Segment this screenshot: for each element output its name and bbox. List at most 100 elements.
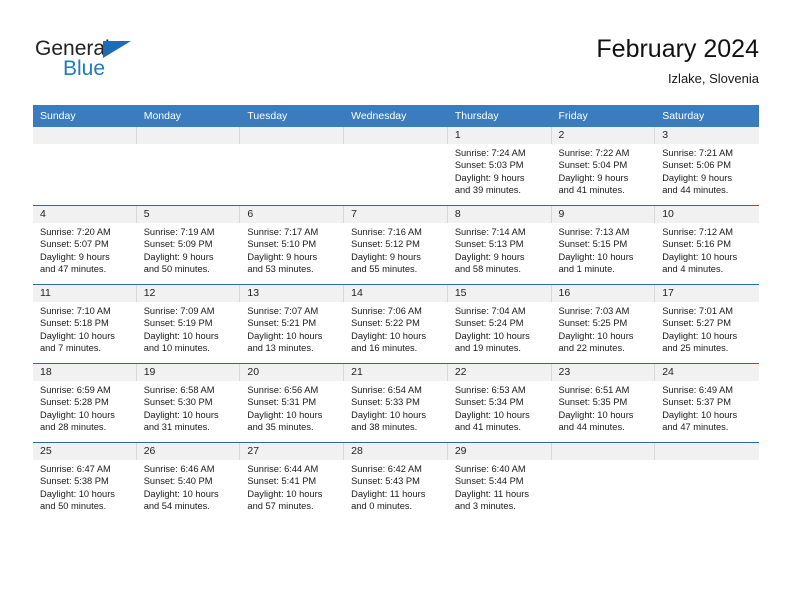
day-cell[interactable]: 7 Sunrise: 7:16 AM Sunset: 5:12 PM Daylight… <box>344 205 448 285</box>
day-cell[interactable]: 16 Sunrise: 7:03 AM Sunset: 5:25 PM Dayligh… <box>551 284 656 364</box>
day-cell[interactable]: 10 Sunrise: 7:12 AM Sunset: 5:16 PM Dayligh… <box>655 205 759 285</box>
daylight-line-2: and 1 minute. <box>558 263 615 274</box>
sunrise-time: Sunrise: 6:58 AM <box>143 385 215 395</box>
weekday-header-monday: Monday <box>136 105 241 127</box>
day-number: 16 <box>551 285 656 302</box>
day-cell[interactable]: 8 Sunrise: 7:14 AM Sunset: 5:13 PM Daylight… <box>447 205 552 285</box>
day-number: 14 <box>344 285 448 302</box>
sunset-time: Sunset: 5:37 PM <box>662 397 731 408</box>
daylight-line-2: and 54 minutes. <box>143 500 210 511</box>
weekday-header-friday: Friday <box>551 105 656 127</box>
day-cell[interactable]: 24 Sunrise: 6:49 AM Sunset: 5:37 PM Dayligh… <box>655 363 759 443</box>
daylight-line-2: and 47 minutes. <box>40 263 107 274</box>
day-cell[interactable]: 17 Sunrise: 7:01 AM Sunset: 5:27 PM Dayligh… <box>655 284 759 364</box>
sunrise-time: Sunrise: 6:42 AM <box>351 464 422 474</box>
sunrise-time: Sunrise: 6:56 AM <box>247 385 319 395</box>
daylight-line-2: and 44 minutes. <box>662 184 729 195</box>
day-cell[interactable]: 29 Sunrise: 6:40 AM Sunset: 5:44 PM Dayligh… <box>447 442 552 521</box>
daylight-line-1: Daylight: 10 hours <box>247 409 323 420</box>
day-cell[interactable]: 21 Sunrise: 6:54 AM Sunset: 5:33 PM Dayligh… <box>344 363 448 443</box>
sunrise-time: Sunrise: 7:16 AM <box>351 227 422 237</box>
daylight-line-1: Daylight: 9 hours <box>662 172 732 183</box>
daylight-line-1: Daylight: 10 hours <box>662 409 738 420</box>
title-block: February 2024 Izlake, Slovenia <box>596 34 759 89</box>
day-cell[interactable]: 25 Sunrise: 6:47 AM Sunset: 5:38 PM Dayligh… <box>33 442 137 521</box>
sunset-time: Sunset: 5:30 PM <box>143 397 213 408</box>
sunset-time: Sunset: 5:06 PM <box>662 160 731 171</box>
sunset-time: Sunset: 5:44 PM <box>454 476 524 487</box>
weekday-header-wednesday: Wednesday <box>344 105 448 127</box>
day-cell[interactable]: 2 Sunrise: 7:22 AM Sunset: 5:04 PM Daylight… <box>551 127 656 206</box>
day-cell[interactable]: 19 Sunrise: 6:58 AM Sunset: 5:30 PM Dayligh… <box>136 363 241 443</box>
day-cell[interactable]: 26 Sunrise: 6:46 AM Sunset: 5:40 PM Dayligh… <box>136 442 241 521</box>
day-cell-empty <box>655 442 759 521</box>
day-cell[interactable]: 22 Sunrise: 6:53 AM Sunset: 5:34 PM Dayligh… <box>447 363 552 443</box>
day-cell[interactable]: 6 Sunrise: 7:17 AM Sunset: 5:10 PM Daylight… <box>240 205 345 285</box>
day-cell[interactable]: 3 Sunrise: 7:21 AM Sunset: 5:06 PM Daylight… <box>655 127 759 206</box>
day-cell[interactable]: 20 Sunrise: 6:56 AM Sunset: 5:31 PM Dayligh… <box>240 363 345 443</box>
sunrise-time: Sunrise: 6:59 AM <box>40 385 111 395</box>
daylight-line-2: and 55 minutes. <box>351 263 418 274</box>
daylight-line-1: Daylight: 9 hours <box>143 251 214 262</box>
calendar-week-row: 11 Sunrise: 7:10 AM Sunset: 5:18 PM Dayligh… <box>33 284 759 364</box>
day-cell[interactable]: 23 Sunrise: 6:51 AM Sunset: 5:35 PM Dayligh… <box>551 363 656 443</box>
day-cell-empty <box>33 127 137 206</box>
calendar-header-row: Sunday Monday Tuesday Wednesday Thursday… <box>33 105 759 127</box>
daylight-line-2: and 25 minutes. <box>662 342 729 353</box>
daylight-line-2: and 4 minutes. <box>662 263 724 274</box>
daylight-line-2: and 0 minutes. <box>351 500 413 511</box>
page-title: February 2024 <box>596 35 759 63</box>
day-cell[interactable]: 27 Sunrise: 6:44 AM Sunset: 5:41 PM Dayligh… <box>240 442 345 521</box>
day-details: Sunrise: 6:40 AM Sunset: 5:44 PM Daylight:… <box>448 460 552 512</box>
day-cell[interactable]: 9 Sunrise: 7:13 AM Sunset: 5:15 PM Daylight… <box>551 205 656 285</box>
location-subtitle: Izlake, Slovenia <box>667 71 759 86</box>
day-cell[interactable]: 14 Sunrise: 7:06 AM Sunset: 5:22 PM Dayligh… <box>344 284 448 364</box>
daylight-line-1: Daylight: 11 hours <box>454 488 530 499</box>
calendar-week-row: 25 Sunrise: 6:47 AM Sunset: 5:38 PM Dayligh… <box>33 442 759 521</box>
daylight-line-2: and 57 minutes. <box>247 500 314 511</box>
daylight-line-2: and 3 minutes. <box>454 500 516 511</box>
day-cell[interactable]: 11 Sunrise: 7:10 AM Sunset: 5:18 PM Dayligh… <box>33 284 137 364</box>
day-details: Sunrise: 6:44 AM Sunset: 5:41 PM Daylight:… <box>240 460 344 512</box>
day-cell[interactable]: 4 Sunrise: 7:20 AM Sunset: 5:07 PM Daylight… <box>33 205 137 285</box>
sunset-time: Sunset: 5:15 PM <box>558 239 628 250</box>
daylight-line-1: Daylight: 9 hours <box>247 251 318 262</box>
daylight-line-1: Daylight: 10 hours <box>40 330 115 341</box>
day-number: 22 <box>447 364 552 381</box>
sunset-time: Sunset: 5:10 PM <box>247 239 317 250</box>
daylight-line-2: and 50 minutes. <box>143 263 210 274</box>
day-cell-empty <box>240 127 345 206</box>
daylight-line-2: and 44 minutes. <box>558 421 625 432</box>
day-number: 29 <box>447 443 552 460</box>
day-number: 2 <box>551 127 656 144</box>
day-cell[interactable]: 5 Sunrise: 7:19 AM Sunset: 5:09 PM Daylight… <box>136 205 241 285</box>
daylight-line-1: Daylight: 10 hours <box>454 330 530 341</box>
weekday-header-thursday: Thursday <box>447 105 552 127</box>
day-cell[interactable]: 1 Sunrise: 7:24 AM Sunset: 5:03 PM Daylight… <box>447 127 552 206</box>
page-header: General Blue February 2024 Izlake, Slove… <box>0 0 792 100</box>
day-cell[interactable]: 28 Sunrise: 6:42 AM Sunset: 5:43 PM Dayligh… <box>344 442 448 521</box>
day-number: 19 <box>136 364 241 381</box>
day-number: 11 <box>33 285 137 302</box>
day-number: 10 <box>655 206 759 223</box>
calendar-week-row: 1 Sunrise: 7:24 AM Sunset: 5:03 PM Daylight… <box>33 127 759 206</box>
brand-name-blue: Blue <box>63 57 106 80</box>
daylight-line-1: Daylight: 10 hours <box>40 488 115 499</box>
day-cell-empty <box>136 127 241 206</box>
sunrise-time: Sunrise: 7:21 AM <box>662 148 734 158</box>
sunset-time: Sunset: 5:16 PM <box>662 239 731 250</box>
day-cell[interactable]: 12 Sunrise: 7:09 AM Sunset: 5:19 PM Dayligh… <box>136 284 241 364</box>
sunset-time: Sunset: 5:03 PM <box>454 160 524 171</box>
day-cell[interactable]: 15 Sunrise: 7:04 AM Sunset: 5:24 PM Dayligh… <box>447 284 552 364</box>
sunrise-time: Sunrise: 6:53 AM <box>454 385 526 395</box>
sunset-time: Sunset: 5:24 PM <box>454 318 524 329</box>
sunrise-time: Sunrise: 7:22 AM <box>558 148 630 158</box>
brand-logo[interactable]: General Blue <box>35 38 235 88</box>
day-cell[interactable]: 13 Sunrise: 7:07 AM Sunset: 5:21 PM Dayligh… <box>240 284 345 364</box>
sunrise-time: Sunrise: 6:49 AM <box>662 385 734 395</box>
daylight-line-1: Daylight: 10 hours <box>143 330 219 341</box>
sunrise-time: Sunrise: 7:14 AM <box>454 227 526 237</box>
weekday-header-saturday: Saturday <box>655 105 759 127</box>
day-cell[interactable]: 18 Sunrise: 6:59 AM Sunset: 5:28 PM Dayligh… <box>33 363 137 443</box>
sunset-time: Sunset: 5:19 PM <box>143 318 213 329</box>
